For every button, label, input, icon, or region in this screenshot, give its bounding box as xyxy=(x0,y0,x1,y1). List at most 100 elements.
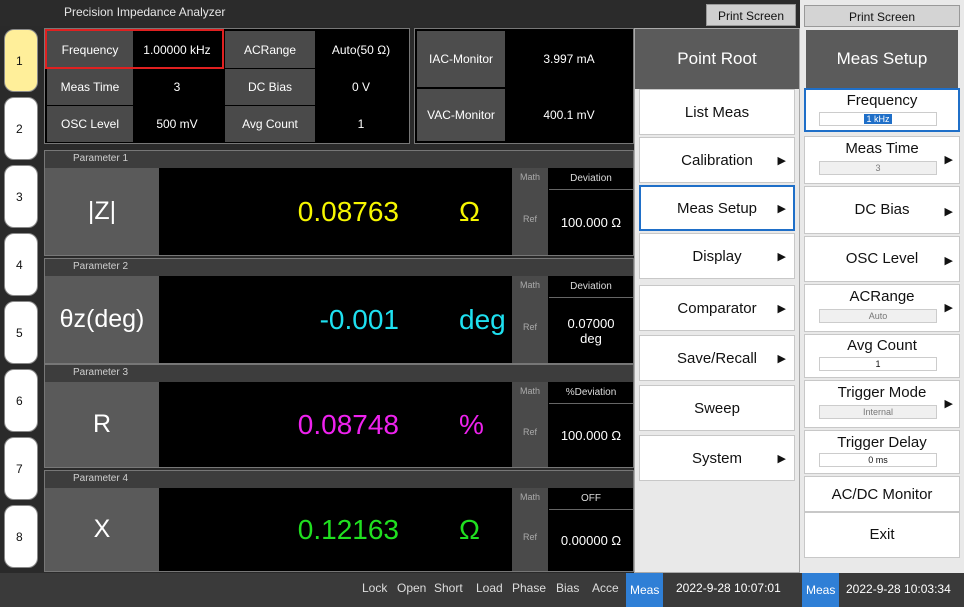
deviation-value: 100.000 Ω xyxy=(560,215,622,230)
iac-monitor-label: IAC-Monitor xyxy=(417,31,505,87)
system-button[interactable]: System ▶ xyxy=(639,435,795,481)
avg-count-label: Avg Count xyxy=(225,106,315,142)
arrow-right-icon: ▶ xyxy=(944,398,953,410)
osc-level-value[interactable]: 500 mV xyxy=(133,106,221,142)
dcbias-value[interactable]: 0 V xyxy=(315,69,407,105)
parameter-header: Parameter 4 xyxy=(45,471,633,488)
parameter-value-area: -0.001 deg xyxy=(159,276,549,363)
monitor-panel: IAC-Monitor 3.997 mA VAC-Monitor 400.1 m… xyxy=(414,28,634,144)
display-button[interactable]: Display ▶ xyxy=(639,233,795,279)
meas-setup-menu: Print Screen Meas Setup Frequency 1 kHz … xyxy=(800,0,964,607)
meas-status-badge: Meas xyxy=(626,573,664,607)
deviation-header: Deviation xyxy=(549,168,633,190)
tab-3[interactable]: 3 xyxy=(4,165,38,228)
parameter-panel-2[interactable]: Parameter 2 θz(deg) -0.001 deg Math Ref D… xyxy=(44,258,634,364)
status-bar-right: Meas 2022-9-28 10:03:34 xyxy=(800,573,964,607)
deviation-header: Deviation xyxy=(549,276,633,298)
trigger-mode-button[interactable]: Trigger Mode Internal ▶ xyxy=(804,380,960,428)
meas-status-badge-right: Meas xyxy=(802,573,840,607)
tab-1[interactable]: 1 xyxy=(4,29,38,92)
parameter-name: R xyxy=(45,382,159,467)
frequency-highlight xyxy=(45,29,224,69)
deviation-column[interactable]: Deviation 0.07000 deg xyxy=(549,276,633,363)
parameter-name: X xyxy=(45,488,159,571)
parameter-value-area: 0.08763 Ω xyxy=(159,168,549,255)
status-load: Load xyxy=(476,581,503,595)
sweep-button[interactable]: Sweep xyxy=(639,385,795,431)
arrow-right-icon: ▶ xyxy=(777,352,786,365)
tab-2[interactable]: 2 xyxy=(4,97,38,160)
print-screen-button[interactable]: Print Screen xyxy=(706,4,796,26)
acrange-button[interactable]: ACRange Auto ▶ xyxy=(804,284,960,332)
arrow-right-icon: ▶ xyxy=(777,250,786,263)
acrange-value[interactable]: Auto(50 Ω) xyxy=(315,31,407,68)
deviation-header: %Deviation xyxy=(549,382,633,404)
status-lock: Lock xyxy=(362,581,388,595)
frequency-button[interactable]: Frequency 1 kHz xyxy=(804,88,960,132)
iac-monitor-value: 3.997 mA xyxy=(507,31,631,87)
meas-setup-title: Meas Setup xyxy=(806,30,958,88)
point-root-menu: Point Root List Meas Calibration ▶ Meas S… xyxy=(634,28,800,573)
comparator-button[interactable]: Comparator ▶ xyxy=(639,285,795,331)
arrow-right-icon: ▶ xyxy=(777,154,786,167)
tab-6[interactable]: 6 xyxy=(4,369,38,432)
meastime-value[interactable]: 3 xyxy=(133,69,221,105)
datetime: 2022-9-28 10:07:01 xyxy=(676,581,781,595)
meas-setup-button[interactable]: Meas Setup ▶ xyxy=(639,185,795,231)
parameter-panel-3[interactable]: Parameter 3 R 0.08748 % Math Ref %Deviati… xyxy=(44,364,634,468)
deviation-column[interactable]: OFF 0.00000 Ω xyxy=(549,488,633,571)
settings-panel: Frequency 1.00000 kHz ACRange Auto(50 Ω)… xyxy=(44,28,410,144)
tab-7[interactable]: 7 xyxy=(4,437,38,500)
exit-button[interactable]: Exit xyxy=(804,512,960,558)
deviation-value: 0.00000 Ω xyxy=(560,533,622,548)
dcbias-label: DC Bias xyxy=(225,69,315,105)
status-short: Short xyxy=(434,581,463,595)
avg-count-value[interactable]: 1 xyxy=(315,106,407,142)
arrow-right-icon: ▶ xyxy=(777,452,786,465)
arrow-right-icon: ▶ xyxy=(944,302,953,314)
tab-5[interactable]: 5 xyxy=(4,301,38,364)
vac-monitor-label: VAC-Monitor xyxy=(417,89,505,141)
parameter-value-area: 0.12163 Ω xyxy=(159,488,549,571)
parameter-unit: % xyxy=(459,408,484,440)
vac-monitor-value: 400.1 mV xyxy=(507,89,631,141)
parameter-name: θz(deg) xyxy=(45,276,159,363)
osc-level-button[interactable]: OSC Level ▶ xyxy=(804,236,960,282)
list-meas-button[interactable]: List Meas xyxy=(639,89,795,135)
parameter-value: 0.12163 xyxy=(297,513,399,545)
math-column: Math Ref xyxy=(512,276,548,363)
frequency-input[interactable]: 1 kHz xyxy=(819,112,937,126)
parameter-panel-4[interactable]: Parameter 4 X 0.12163 Ω Math Ref OFF 0.000… xyxy=(44,470,634,572)
deviation-header: OFF xyxy=(549,488,633,510)
deviation-column[interactable]: Deviation 100.000 Ω xyxy=(549,168,633,255)
meas-time-button[interactable]: Meas Time 3 ▶ xyxy=(804,136,960,184)
avg-count-button[interactable]: Avg Count 1 xyxy=(804,334,960,378)
parameter-value-area: 0.08748 % xyxy=(159,382,549,467)
page-tabs: 1 2 3 4 5 6 7 8 xyxy=(0,26,42,572)
parameter-header: Parameter 3 xyxy=(45,365,633,382)
arrow-right-icon: ▶ xyxy=(777,202,786,215)
osc-level-label: OSC Level xyxy=(47,106,133,142)
parameter-panel-1[interactable]: Parameter 1 |Z| 0.08763 Ω Math Ref Deviat… xyxy=(44,150,634,256)
trigger-delay-button[interactable]: Trigger Delay 0 ms xyxy=(804,430,960,474)
parameter-unit: deg xyxy=(459,303,506,335)
deviation-value: 0.07000 deg xyxy=(567,315,615,346)
parameter-header: Parameter 1 xyxy=(45,151,633,168)
dc-bias-button[interactable]: DC Bias ▶ xyxy=(804,186,960,234)
arrow-right-icon: ▶ xyxy=(944,206,953,218)
acrange-label: ACRange xyxy=(225,31,315,68)
math-column: Math Ref xyxy=(512,488,548,571)
parameter-value: 0.08748 xyxy=(297,408,399,440)
meastime-label: Meas Time xyxy=(47,69,133,105)
status-bar: Lock Open Short Load Phase Bias Acce Mea… xyxy=(0,573,800,607)
point-root-title: Point Root xyxy=(635,29,799,89)
tab-4[interactable]: 4 xyxy=(4,233,38,296)
save-recall-button[interactable]: Save/Recall ▶ xyxy=(639,335,795,381)
status-phase: Phase xyxy=(512,581,547,595)
deviation-value: 100.000 Ω xyxy=(560,428,622,443)
calibration-button[interactable]: Calibration ▶ xyxy=(639,137,795,183)
tab-8[interactable]: 8 xyxy=(4,505,38,568)
deviation-column[interactable]: %Deviation 100.000 Ω xyxy=(549,382,633,467)
ac-dc-monitor-button[interactable]: AC/DC Monitor xyxy=(804,476,960,512)
print-screen-button-right[interactable]: Print Screen xyxy=(804,5,960,27)
